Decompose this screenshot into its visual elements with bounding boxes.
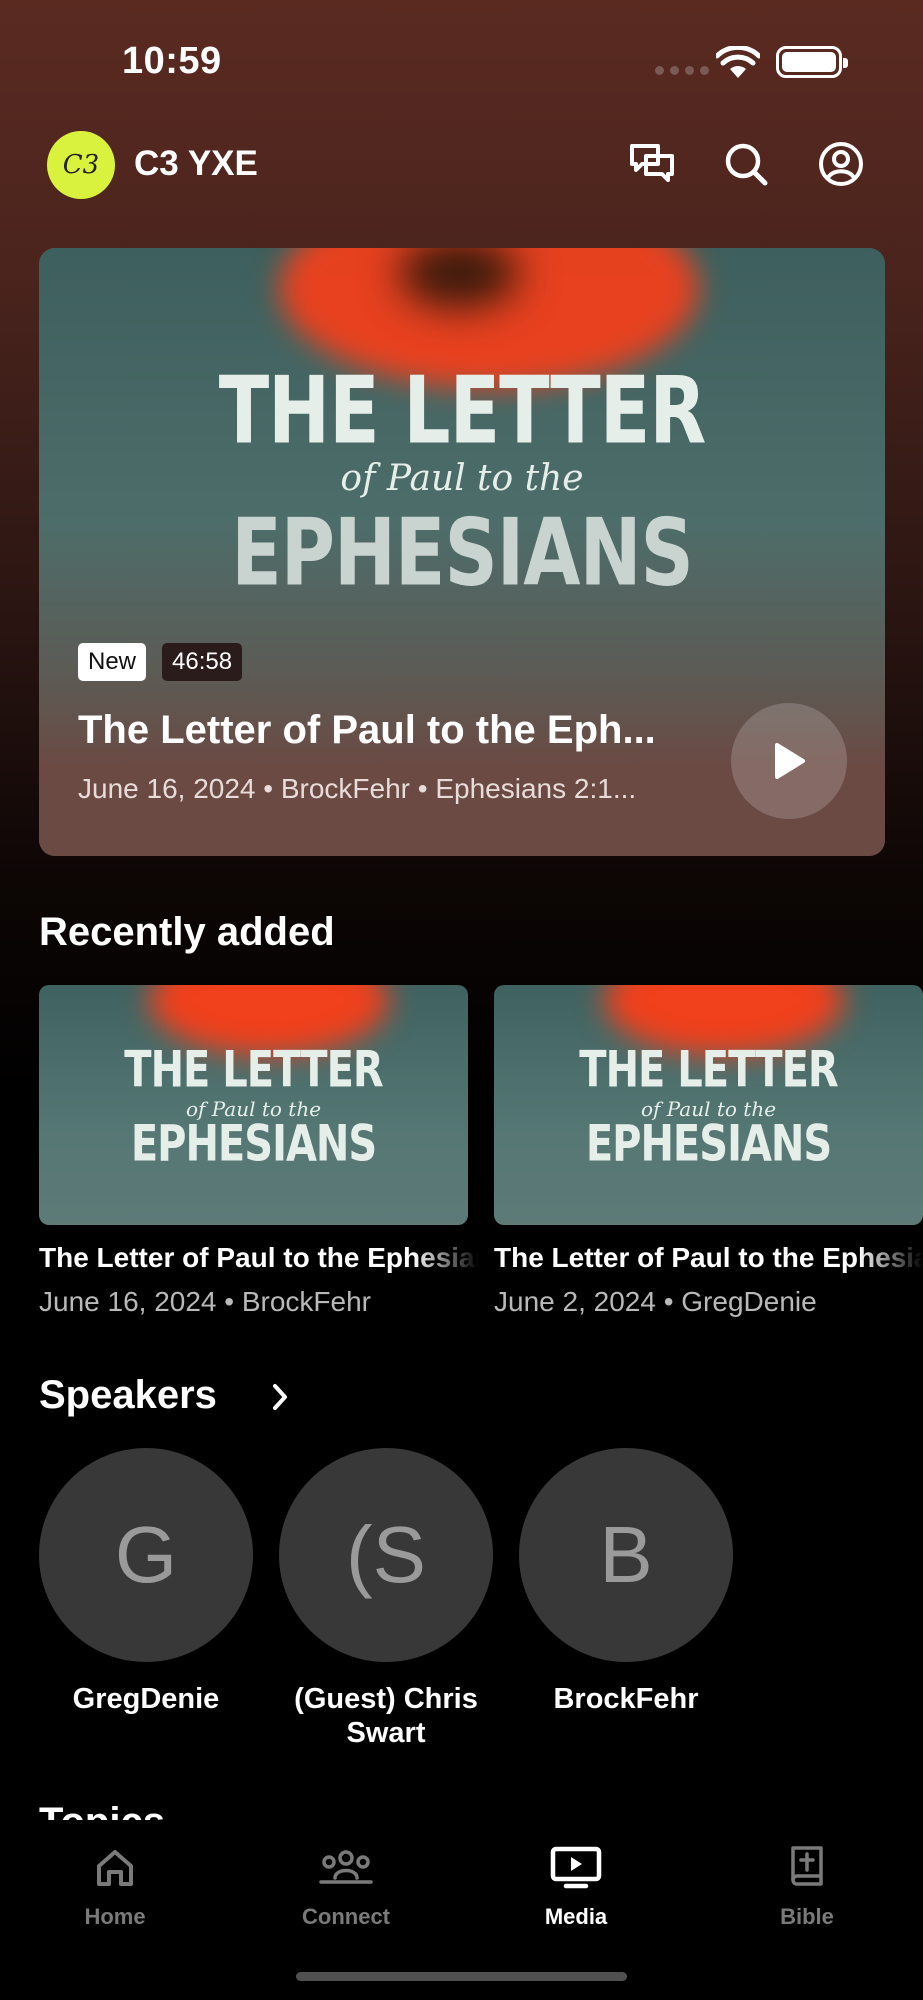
recent-item-thumbnail[interactable]: THE LETTER of Paul to the EPHESIANS	[494, 985, 923, 1225]
play-button[interactable]	[731, 703, 847, 819]
people-icon	[256, 1840, 436, 1896]
thumb-art-line3: EPHESIANS	[585, 1115, 832, 1173]
duration-badge: 46:58	[162, 643, 243, 681]
speaker-avatar: (S	[279, 1448, 493, 1662]
search-icon[interactable]	[718, 136, 774, 192]
home-indicator[interactable]	[296, 1972, 627, 1981]
speaker-avatar: G	[39, 1448, 253, 1662]
speaker-name: BrockFehr	[553, 1683, 699, 1715]
chevron-right-icon[interactable]	[270, 1382, 290, 1417]
speaker-avatar: B	[519, 1448, 733, 1662]
speaker-item[interactable]: G GregDenie	[39, 1448, 253, 1716]
account-icon[interactable]	[813, 136, 869, 192]
play-icon	[775, 743, 805, 779]
thumb-art-line3: EPHESIANS	[130, 1115, 377, 1173]
tab-bible[interactable]: Bible	[717, 1840, 897, 1930]
speaker-item[interactable]: B BrockFehr	[519, 1448, 733, 1716]
status-time: 10:59	[122, 40, 222, 82]
tv-play-icon	[486, 1840, 666, 1896]
app-title: C3 YXE	[134, 144, 258, 183]
church-logo[interactable]: C3	[47, 131, 115, 199]
speakers-heading[interactable]: Speakers	[39, 1373, 217, 1418]
chat-icon[interactable]	[624, 136, 680, 192]
recent-item-title[interactable]: The Letter of Paul to the Ephesians	[494, 1242, 923, 1274]
speaker-item[interactable]: (S (Guest) Chris Swart	[279, 1448, 493, 1750]
tab-label: Media	[544, 1904, 608, 1929]
recent-item-meta: June 2, 2024 • GregDenie	[494, 1286, 817, 1317]
recently-added-heading: Recently added	[39, 910, 335, 954]
app-header: C3 C3 YXE	[0, 120, 923, 210]
new-badge: New	[78, 643, 147, 681]
tab-media[interactable]: Media	[486, 1840, 666, 1930]
tab-label: Bible	[780, 1904, 834, 1929]
featured-media-card[interactable]: THE LETTER of Paul to the EPHESIANS New …	[39, 248, 885, 856]
home-icon	[25, 1840, 205, 1896]
thumb-art-line1: THE LETTER	[579, 1041, 838, 1099]
artwork-line2: of Paul to the	[340, 458, 584, 499]
tab-label: Connect	[302, 1904, 390, 1929]
battery-icon	[776, 46, 848, 78]
bible-icon	[717, 1840, 897, 1896]
thumb-art-line1: THE LETTER	[124, 1041, 383, 1099]
tab-label: Home	[84, 1904, 146, 1929]
artwork-line1: THE LETTER	[218, 357, 707, 465]
wifi-icon	[714, 44, 762, 85]
hero-meta: June 16, 2024 • BrockFehr • Ephesians 2:…	[78, 773, 637, 804]
recent-item-meta: June 16, 2024 • BrockFehr	[39, 1286, 371, 1317]
hero-badges: New 46:58	[78, 643, 243, 681]
tab-connect[interactable]: Connect	[256, 1840, 436, 1930]
recent-item-thumbnail[interactable]: THE LETTER of Paul to the EPHESIANS	[39, 985, 468, 1225]
artwork-line3: EPHESIANS	[231, 499, 694, 607]
recent-item-title[interactable]: The Letter of Paul to the Ephesians	[39, 1242, 479, 1274]
speaker-name: (Guest) Chris Swart	[294, 1683, 478, 1749]
status-bar: 10:59	[0, 0, 923, 120]
cellular-signal-icon	[655, 66, 709, 75]
hero-title: The Letter of Paul to the Eph...	[78, 708, 656, 752]
tab-home[interactable]: Home	[25, 1840, 205, 1930]
speaker-name: GregDenie	[72, 1683, 220, 1715]
